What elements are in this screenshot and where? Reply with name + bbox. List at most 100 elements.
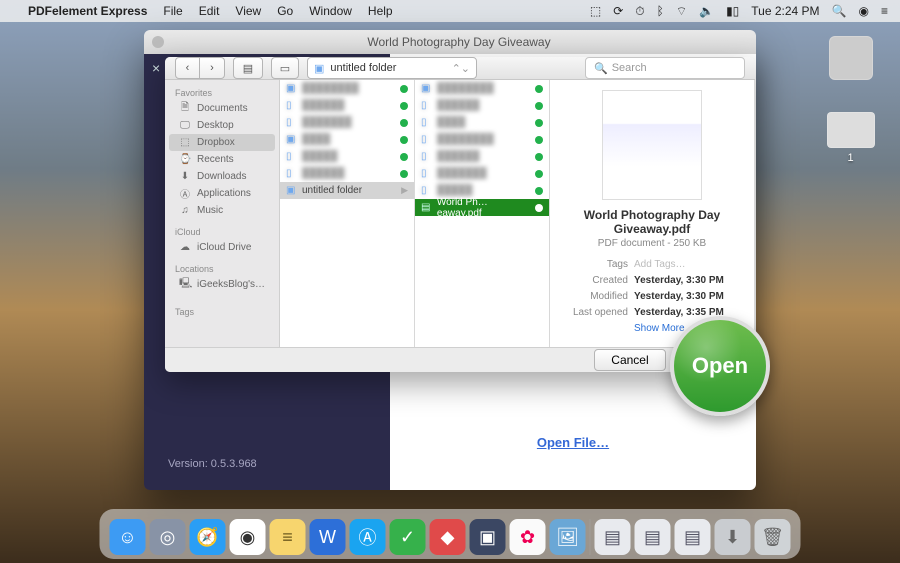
nav-back-forward[interactable]: ‹ ›: [175, 57, 225, 79]
list-item[interactable]: ▣████: [280, 131, 414, 148]
close-icon[interactable]: ×: [152, 60, 160, 76]
battery-icon[interactable]: ▮▯: [726, 4, 739, 18]
meta-key-created: Created: [564, 273, 628, 289]
file-icon: ▯: [286, 100, 298, 111]
notification-center-icon[interactable]: ≡: [881, 4, 888, 18]
dock-safari-icon[interactable]: 🧭: [190, 519, 226, 555]
list-item[interactable]: ▣████████: [280, 80, 414, 97]
sidebar-item-applications[interactable]: ⒶApplications: [165, 185, 279, 202]
open-file-link[interactable]: Open File…: [537, 435, 609, 450]
desktop-screenshot-thumb[interactable]: 1: [823, 112, 878, 164]
add-tags-field[interactable]: Add Tags…: [634, 257, 686, 273]
list-item-selected[interactable]: ▣untitled folder▶: [280, 182, 414, 199]
list-item[interactable]: ▯██████: [415, 148, 549, 165]
dock-stack-icon[interactable]: ▤: [635, 519, 671, 555]
list-item[interactable]: ▯████: [415, 114, 549, 131]
group-button[interactable]: ▭: [271, 57, 299, 79]
pdf-icon: ▤: [421, 202, 433, 213]
column-1[interactable]: ▣████████ ▯██████ ▯███████ ▣████ ▯█████ …: [280, 80, 415, 347]
volume-icon[interactable]: 🔈: [699, 4, 714, 18]
list-item[interactable]: ▯██████: [280, 165, 414, 182]
sidebar-item-network-loc[interactable]: 🖳iGeeksBlog's…: [165, 276, 279, 293]
path-label: untitled folder: [330, 62, 396, 74]
dock-downloads-icon[interactable]: ⬇: [715, 519, 751, 555]
menu-file[interactable]: File: [163, 4, 182, 18]
list-item-selected-file[interactable]: ▤World Ph…eaway.pdf: [415, 199, 549, 216]
sync-icon[interactable]: ⟳: [613, 4, 623, 18]
search-field[interactable]: 🔍 Search: [585, 57, 745, 79]
dock-preview-icon[interactable]: 🖼: [550, 519, 586, 555]
recents-icon: ⌚: [179, 154, 191, 165]
menu-edit[interactable]: Edit: [199, 4, 220, 18]
sync-dot-icon: [535, 85, 543, 93]
dock-appstore-icon[interactable]: Ⓐ: [350, 519, 386, 555]
sync-dot-icon: [400, 153, 408, 161]
sidebar-item-recents[interactable]: ⌚Recents: [165, 151, 279, 168]
menu-help[interactable]: Help: [368, 4, 393, 18]
menu-view[interactable]: View: [235, 4, 261, 18]
sheet-body: Favorites 🗎Documents 🖵Desktop ⬚Dropbox ⌚…: [165, 80, 755, 347]
dock-word-icon[interactable]: W: [310, 519, 346, 555]
dock-check-icon[interactable]: ✓: [390, 519, 426, 555]
list-item[interactable]: ▯██████: [280, 97, 414, 114]
sync-dot-icon: [535, 119, 543, 127]
desktop-disk-icon[interactable]: [823, 36, 878, 84]
dock-finder-icon[interactable]: ☺: [110, 519, 146, 555]
dock-app-icon[interactable]: ◆: [430, 519, 466, 555]
dock-trash-icon[interactable]: 🗑: [755, 519, 791, 555]
preview-subtitle: PDF document - 250 KB: [564, 238, 740, 249]
menubar-clock[interactable]: Tue 2:24 PM: [751, 4, 819, 18]
sync-dot-icon: [400, 170, 408, 178]
folder-icon: ▣: [286, 83, 298, 94]
icloud-icon: ☁: [179, 242, 191, 253]
view-mode-button[interactable]: ▤: [233, 57, 263, 79]
sidebar-item-downloads[interactable]: ⬇Downloads: [165, 168, 279, 185]
stopwatch-icon[interactable]: ⏱: [635, 4, 644, 19]
dock-stack-icon[interactable]: ▤: [675, 519, 711, 555]
dock-chrome-icon[interactable]: ◉: [230, 519, 266, 555]
list-item[interactable]: ▯████████: [415, 131, 549, 148]
cancel-button[interactable]: Cancel: [594, 349, 665, 371]
chevron-right-icon[interactable]: ›: [200, 58, 224, 78]
app-version-label: Version: 0.5.3.968: [168, 458, 257, 470]
file-icon: ▯: [286, 117, 298, 128]
dropbox-icon[interactable]: ⬚: [590, 4, 601, 18]
column-2[interactable]: ▣████████ ▯██████ ▯████ ▯████████ ▯█████…: [415, 80, 550, 347]
sidebar-item-music[interactable]: ♫Music: [165, 202, 279, 219]
music-icon: ♫: [179, 205, 191, 216]
dock-notes-icon[interactable]: ≡: [270, 519, 306, 555]
list-item[interactable]: ▣████████: [415, 80, 549, 97]
menu-window[interactable]: Window: [309, 4, 352, 18]
dock-launchpad-icon[interactable]: ◎: [150, 519, 186, 555]
show-more-link[interactable]: Show More: [634, 321, 685, 337]
window-titlebar[interactable]: World Photography Day Giveaway: [144, 30, 756, 54]
sidebar-item-icloud-drive[interactable]: ☁iCloud Drive: [165, 239, 279, 256]
dock-photos-icon[interactable]: ✿: [510, 519, 546, 555]
path-popup[interactable]: ▣ untitled folder ⌃⌄: [307, 57, 477, 79]
dropbox-icon: ⬚: [179, 137, 191, 148]
menubar-right: ⬚ ⟳ ⏱ ᛒ ⌔ 🔈 ▮▯ Tue 2:24 PM 🔍 ◉ ≡: [590, 4, 888, 19]
menu-go[interactable]: Go: [277, 4, 293, 18]
siri-icon[interactable]: ◉: [859, 4, 869, 18]
network-icon: 🖳: [179, 276, 191, 293]
sidebar-item-documents[interactable]: 🗎Documents: [165, 100, 279, 117]
sidebar-item-desktop[interactable]: 🖵Desktop: [165, 117, 279, 134]
list-item[interactable]: ▯███████: [415, 165, 549, 182]
dock-pdfelement-icon[interactable]: ▣: [470, 519, 506, 555]
list-item[interactable]: ▯███████: [280, 114, 414, 131]
spotlight-icon[interactable]: 🔍: [832, 4, 847, 18]
sidebar-item-dropbox[interactable]: ⬚Dropbox: [169, 134, 275, 151]
dock-stack-icon[interactable]: ▤: [595, 519, 631, 555]
list-item[interactable]: ▯██████: [415, 97, 549, 114]
sheet-toolbar: ‹ › ▤ ▭ ▣ untitled folder ⌃⌄ 🔍 Search: [165, 57, 755, 80]
menubar-app-name[interactable]: PDFelement Express: [28, 4, 147, 18]
disk-icon: [829, 36, 873, 80]
folder-icon: ▣: [314, 62, 324, 75]
bluetooth-icon[interactable]: ᛒ: [657, 4, 664, 18]
list-item[interactable]: ▯█████: [280, 148, 414, 165]
chevron-left-icon[interactable]: ‹: [176, 58, 200, 78]
screenshot-thumbnail: [827, 112, 875, 148]
sync-dot-icon: [535, 102, 543, 110]
sidebar-favorites-header: Favorites: [165, 80, 279, 100]
wifi-icon[interactable]: ⌔: [676, 4, 687, 19]
